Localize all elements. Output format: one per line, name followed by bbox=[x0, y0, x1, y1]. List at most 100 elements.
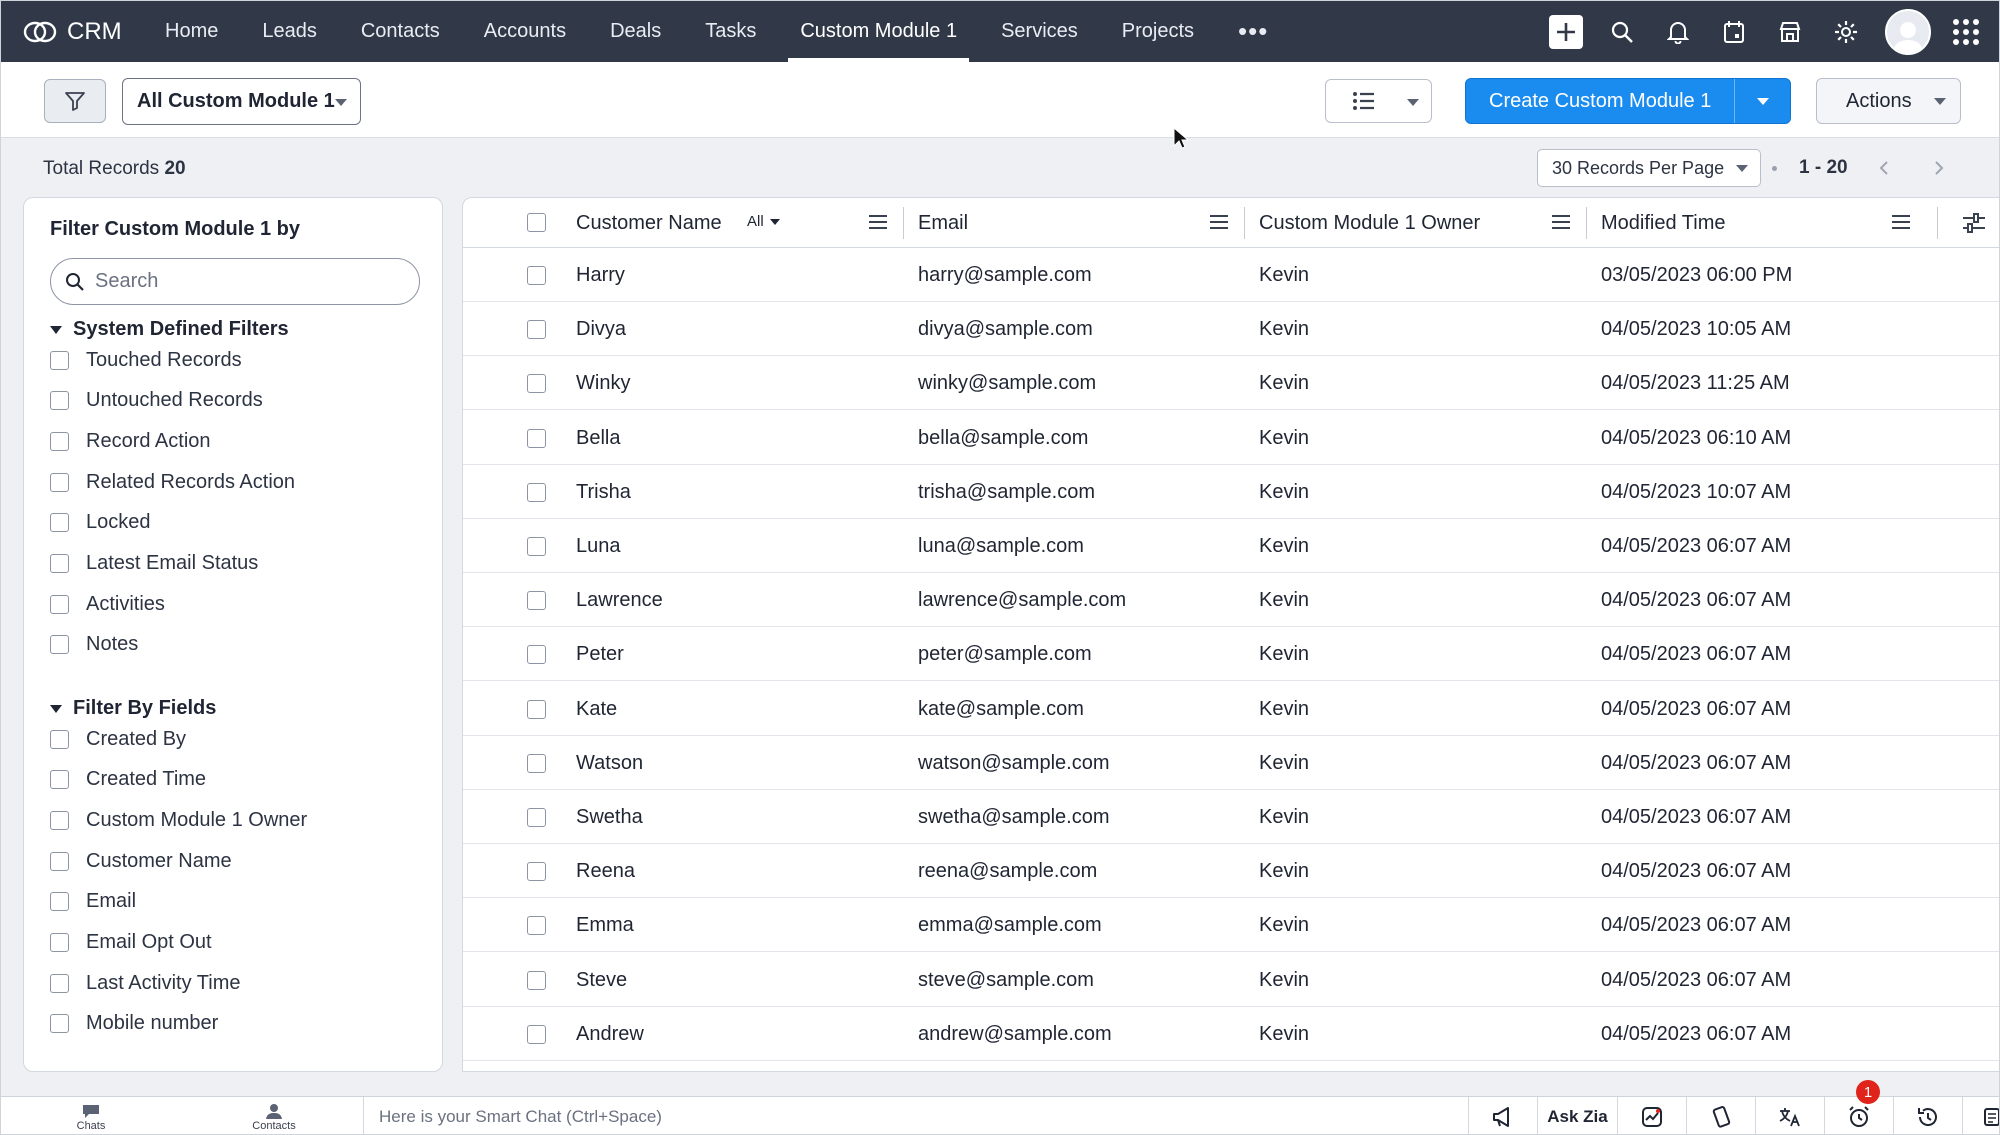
column-header-modified-time[interactable]: Modified Time bbox=[1601, 198, 1726, 248]
system-filter-activities[interactable]: Activities bbox=[50, 588, 165, 620]
nav-tab-contacts[interactable]: Contacts bbox=[339, 1, 462, 62]
row-checkbox[interactable] bbox=[527, 699, 546, 719]
nav-tab-custom-module-1[interactable]: Custom Module 1 bbox=[778, 1, 979, 62]
cell-name[interactable]: Reena bbox=[576, 860, 635, 883]
cell-email[interactable]: emma@sample.com bbox=[918, 914, 1102, 937]
row-checkbox[interactable] bbox=[527, 320, 546, 340]
cell-email[interactable]: watson@sample.com bbox=[918, 752, 1109, 775]
search-button[interactable] bbox=[1605, 15, 1639, 49]
cell-name[interactable]: Bella bbox=[576, 427, 620, 450]
system-filter-touched-records[interactable]: Touched Records bbox=[50, 344, 242, 376]
create-options-dropdown[interactable] bbox=[1734, 79, 1790, 123]
customer-name-filter-dropdown[interactable]: All bbox=[747, 213, 780, 230]
filter-checkbox[interactable] bbox=[50, 431, 69, 451]
system-filter-untouched-records[interactable]: Untouched Records bbox=[50, 385, 263, 417]
cell-name[interactable]: Luna bbox=[576, 535, 621, 558]
cell-name[interactable]: Peter bbox=[576, 643, 624, 666]
row-checkbox[interactable] bbox=[527, 862, 546, 882]
notifications-button[interactable] bbox=[1661, 15, 1695, 49]
table-row[interactable]: Kate kate@sample.com Kevin 04/05/2023 06:07… bbox=[463, 682, 1999, 736]
ask-zia-button[interactable]: Ask Zia bbox=[1537, 1097, 1617, 1134]
cell-email[interactable]: harry@sample.com bbox=[918, 264, 1092, 287]
field-filter-created-by[interactable]: Created By bbox=[50, 723, 186, 755]
cell-email[interactable]: kate@sample.com bbox=[918, 698, 1084, 721]
filter-checkbox[interactable] bbox=[50, 770, 69, 790]
filter-checkbox[interactable] bbox=[50, 933, 69, 952]
cell-name[interactable]: Kate bbox=[576, 698, 617, 721]
column-header-email[interactable]: Email bbox=[918, 198, 968, 248]
cell-name[interactable]: Winky bbox=[576, 372, 630, 395]
cell-email[interactable]: trisha@sample.com bbox=[918, 481, 1095, 504]
row-checkbox[interactable] bbox=[527, 266, 546, 285]
mobile-button[interactable] bbox=[1686, 1097, 1755, 1134]
chats-button[interactable]: Chats bbox=[61, 1097, 121, 1134]
reminders-button[interactable]: 1 bbox=[1824, 1080, 1893, 1134]
filter-checkbox[interactable] bbox=[50, 594, 69, 614]
row-checkbox[interactable] bbox=[527, 753, 546, 773]
table-row[interactable]: Steve steve@sample.com Kevin 04/05/2023 06:… bbox=[463, 953, 1999, 1007]
column-menu-icon[interactable] bbox=[1210, 215, 1228, 229]
nav-tab-leads[interactable]: Leads bbox=[240, 1, 339, 62]
cell-email[interactable]: divya@sample.com bbox=[918, 318, 1093, 341]
table-row[interactable]: Bella bella@sample.com Kevin 04/05/2023 06:… bbox=[463, 411, 1999, 465]
nav-tab-projects[interactable]: Projects bbox=[1100, 1, 1216, 62]
column-settings-button[interactable] bbox=[1961, 211, 1987, 235]
filter-checkbox[interactable] bbox=[50, 635, 69, 655]
next-page-button[interactable] bbox=[1929, 158, 1949, 178]
list-view-switcher[interactable] bbox=[1325, 79, 1432, 123]
row-checkbox[interactable] bbox=[527, 1024, 546, 1044]
table-row[interactable]: Trisha trisha@sample.com Kevin 04/05/2023 1… bbox=[463, 465, 1999, 519]
row-checkbox[interactable] bbox=[527, 537, 546, 556]
field-filter-email[interactable]: Email bbox=[50, 886, 136, 918]
cell-email[interactable]: peter@sample.com bbox=[918, 643, 1092, 666]
table-row[interactable]: Divya divya@sample.com Kevin 04/05/2023 10:… bbox=[463, 302, 1999, 357]
table-row[interactable]: Emma emma@sample.com Kevin 04/05/2023 06:07… bbox=[463, 898, 1999, 953]
table-row[interactable]: Harry harry@sample.com Kevin 03/05/2023 06:… bbox=[463, 248, 1999, 302]
filter-checkbox[interactable] bbox=[50, 973, 69, 993]
table-row[interactable]: Lawrence lawrence@sample.com Kevin 04/05/20… bbox=[463, 573, 1999, 628]
table-row[interactable]: Peter peter@sample.com Kevin 04/05/2023 06:… bbox=[463, 627, 1999, 682]
nav-tab-tasks[interactable]: Tasks bbox=[683, 1, 778, 62]
filter-toggle-button[interactable] bbox=[44, 79, 106, 123]
column-resize-handle[interactable] bbox=[1244, 207, 1245, 239]
column-resize-handle[interactable] bbox=[903, 207, 904, 239]
nav-tab-accounts[interactable]: Accounts bbox=[462, 1, 588, 62]
nav-tab-home[interactable]: Home bbox=[143, 1, 240, 62]
cell-name[interactable]: Swetha bbox=[576, 806, 643, 829]
table-row[interactable]: Luna luna@sample.com Kevin 04/05/2023 06:07… bbox=[463, 519, 1999, 573]
table-row[interactable]: Watson watson@sample.com Kevin 04/05/2023 0… bbox=[463, 736, 1999, 790]
view-selector[interactable]: All Custom Module 1 bbox=[122, 78, 361, 125]
filter-checkbox[interactable] bbox=[50, 810, 69, 830]
nav-tab-deals[interactable]: Deals bbox=[588, 1, 683, 62]
row-checkbox[interactable] bbox=[527, 591, 546, 611]
zia-insights-button[interactable] bbox=[1617, 1097, 1686, 1134]
nav-tab-services[interactable]: Services bbox=[979, 1, 1100, 62]
table-row[interactable]: Reena reena@sample.com Kevin 04/05/2023 06:… bbox=[463, 844, 1999, 899]
smart-chat-input[interactable]: Here is your Smart Chat (Ctrl+Space) bbox=[363, 1097, 1468, 1134]
calendar-button[interactable] bbox=[1717, 15, 1751, 49]
field-filters-toggle[interactable]: Filter By Fields bbox=[50, 697, 216, 720]
cell-email[interactable]: bella@sample.com bbox=[918, 427, 1088, 450]
filter-checkbox[interactable] bbox=[50, 350, 69, 370]
crm-logo[interactable]: CRM bbox=[23, 18, 143, 46]
cell-email[interactable]: steve@sample.com bbox=[918, 969, 1094, 992]
row-checkbox[interactable] bbox=[527, 970, 546, 990]
cell-email[interactable]: swetha@sample.com bbox=[918, 806, 1109, 829]
cell-name[interactable]: Watson bbox=[576, 752, 643, 775]
column-menu-icon[interactable] bbox=[1892, 215, 1910, 229]
system-filter-locked[interactable]: Locked bbox=[50, 507, 151, 539]
filter-checkbox[interactable] bbox=[50, 391, 69, 411]
column-resize-handle[interactable] bbox=[1586, 207, 1587, 239]
quick-create-button[interactable] bbox=[1549, 14, 1583, 49]
filter-checkbox[interactable] bbox=[50, 892, 69, 912]
row-checkbox[interactable] bbox=[527, 428, 546, 448]
cell-email[interactable]: andrew@sample.com bbox=[918, 1023, 1112, 1046]
row-checkbox[interactable] bbox=[527, 808, 546, 827]
system-filter-notes[interactable]: Notes bbox=[50, 629, 138, 661]
cell-name[interactable]: Harry bbox=[576, 264, 625, 287]
cell-email[interactable]: lawrence@sample.com bbox=[918, 589, 1126, 612]
filter-checkbox[interactable] bbox=[50, 851, 69, 871]
filter-search-input[interactable] bbox=[95, 270, 395, 293]
column-resize-handle[interactable] bbox=[1937, 207, 1938, 239]
cell-name[interactable]: Trisha bbox=[576, 481, 631, 504]
